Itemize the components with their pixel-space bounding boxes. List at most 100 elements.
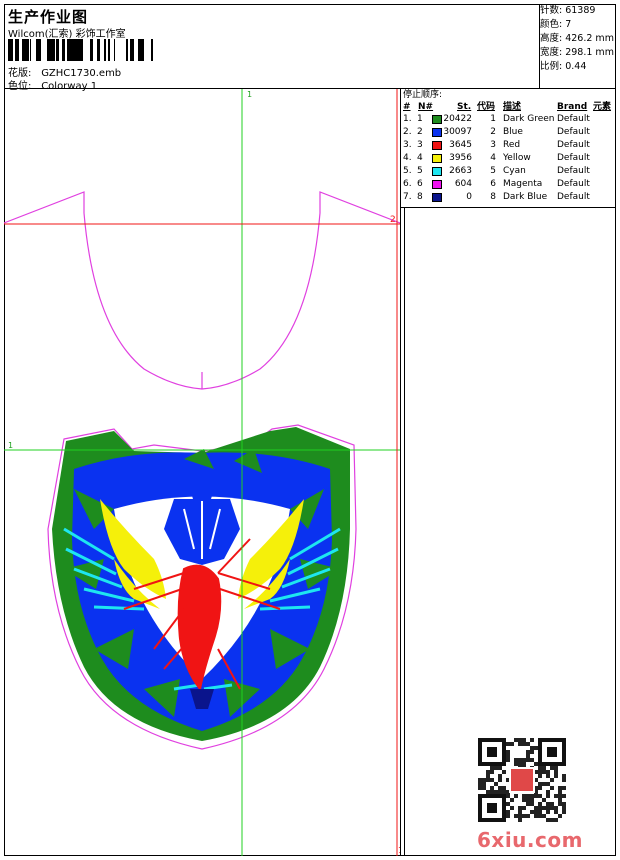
qr-module [526, 802, 530, 806]
qr-module [542, 814, 546, 818]
row-code: 2 [490, 127, 496, 137]
qr-module [502, 790, 506, 794]
qr-module [530, 802, 534, 806]
qr-module [522, 758, 526, 762]
col-desc: 描述 [503, 102, 522, 112]
qr-module [546, 790, 550, 794]
right-margin-line [404, 207, 405, 856]
table-row: 6. 6 604 6 Magenta Default [401, 178, 616, 191]
col-st: St. [457, 102, 472, 112]
col-brand: Brand [557, 102, 588, 112]
embroidery-preview: 1 1 2 1 [4, 89, 400, 856]
qr-module [530, 810, 534, 814]
barcode-bar [114, 39, 115, 61]
qr-module [506, 754, 510, 758]
row-code: 8 [490, 192, 496, 202]
qr-module [522, 798, 526, 802]
watermark: 6xiu.com [477, 828, 583, 852]
qr-module [494, 790, 498, 794]
qr-module [506, 750, 510, 754]
qr-module [482, 778, 486, 782]
barcode-bar [109, 39, 110, 61]
stop-sequence-heading: 停止顺序: [403, 90, 443, 100]
qr-module [550, 778, 554, 782]
qr-finder-inner [547, 747, 557, 757]
qr-module [562, 794, 566, 798]
red-mark: 2 [390, 215, 396, 225]
qr-module [550, 766, 554, 770]
row-desc: Red [503, 140, 521, 150]
top-mark: 1 [247, 90, 252, 99]
row-brand: Default [557, 179, 590, 189]
qr-module [482, 782, 486, 786]
qr-module [546, 802, 550, 806]
qr-module [534, 746, 538, 750]
qr-module [514, 794, 518, 798]
qr-module [506, 794, 510, 798]
barcode-bar [141, 39, 144, 61]
barcode-bar [30, 39, 31, 61]
row-desc: Cyan [503, 166, 526, 176]
barcode-bar [76, 39, 79, 61]
row-brand: Default [557, 114, 590, 124]
barcode-bar [39, 39, 41, 61]
qr-module [554, 774, 558, 778]
qr-module [506, 802, 510, 806]
qr-module [490, 766, 494, 770]
qr-module [526, 750, 530, 754]
qr-module [558, 794, 562, 798]
qr-module [482, 786, 486, 790]
qr-module [558, 814, 562, 818]
qr-module [562, 802, 566, 806]
row-desc: Blue [503, 127, 523, 137]
qr-module [486, 770, 490, 774]
qr-module [522, 806, 526, 810]
qr-module [562, 806, 566, 810]
left-mark: 1 [8, 441, 13, 450]
table-body: 1. 1 20422 1 Dark Green Default 2. 2 30097 2 Blue D… [401, 113, 616, 204]
qr-module [538, 770, 542, 774]
qr-module [518, 810, 522, 814]
design-scale: 比例: 0.44 [540, 61, 587, 72]
page-title: 生产作业图 [8, 8, 89, 26]
qr-module [518, 814, 522, 818]
qr-module [498, 766, 502, 770]
qr-module [506, 758, 510, 762]
row-brand: Default [557, 192, 590, 202]
barcode-bar [27, 39, 29, 61]
design-width: 宽度: 298.1 mm [540, 47, 614, 58]
qr-logo-seal [509, 767, 535, 793]
qr-module [510, 798, 514, 802]
qr-finder-inner [487, 747, 497, 757]
qr-module [494, 766, 498, 770]
qr-module [490, 778, 494, 782]
qr-module [550, 818, 554, 822]
barcode-bar [47, 39, 49, 61]
qr-module [498, 790, 502, 794]
row-code: 1 [490, 114, 496, 124]
qr-module [550, 786, 554, 790]
table-row: 3. 3 3645 3 Red Default [401, 139, 616, 152]
qr-module [562, 778, 566, 782]
qr-module [530, 794, 534, 798]
qr-module [530, 746, 534, 750]
barcode-bar [104, 39, 106, 61]
col-elem: 元素 [593, 102, 612, 112]
qr-module [538, 802, 542, 806]
qr-module [546, 782, 550, 786]
table-row: 7. 8 0 8 Dark Blue Default [401, 191, 616, 204]
row-code: 6 [490, 179, 496, 189]
row-brand: Default [557, 140, 590, 150]
qr-module [478, 786, 482, 790]
qr-module [558, 790, 562, 794]
qr-module [550, 802, 554, 806]
table-row: 2. 2 30097 2 Blue Default [401, 126, 616, 139]
table-row: 5. 5 2663 5 Cyan Default [401, 165, 616, 178]
qr-module [542, 798, 546, 802]
table-header: # N# St. 代码 描述 Brand 元素 [401, 101, 616, 113]
qr-module [542, 770, 546, 774]
barcode [8, 39, 153, 61]
barcode-bar [72, 39, 75, 61]
qr-module [506, 814, 510, 818]
qr-module [490, 770, 494, 774]
